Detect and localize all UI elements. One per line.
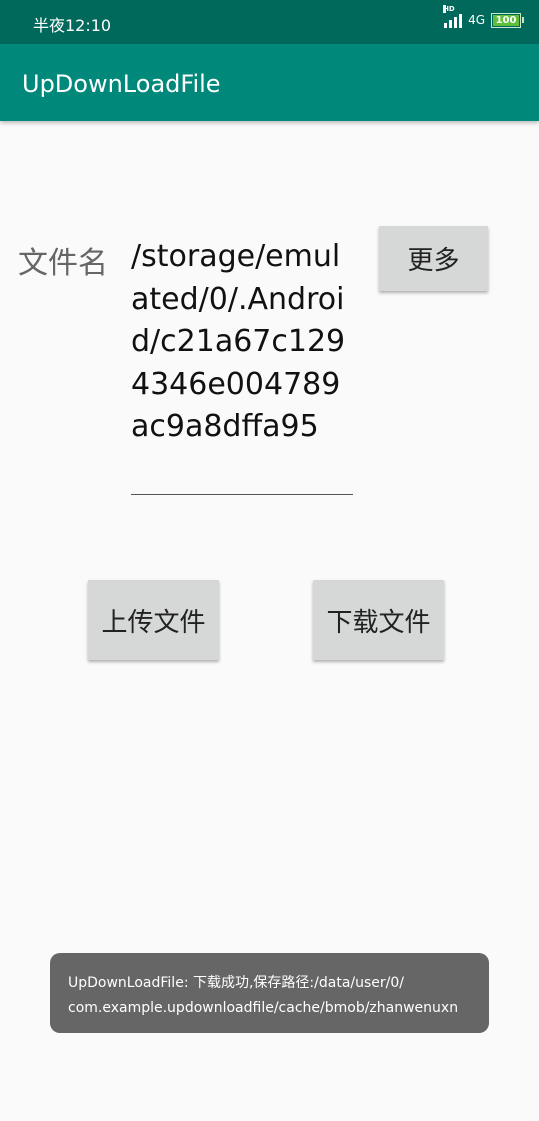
status-time: 半夜12:10 bbox=[33, 16, 112, 35]
battery-icon: 100 bbox=[491, 12, 524, 28]
download-file-button[interactable]: 下载文件 bbox=[313, 580, 444, 660]
app-title: UpDownLoadFile bbox=[22, 70, 221, 98]
toast-message: UpDownLoadFile: 下载成功,保存路径:/data/user/0/ … bbox=[50, 953, 489, 1033]
toast-line-2: com.example.updownloadfile/cache/bmob/zh… bbox=[68, 1000, 459, 1016]
hd-label: HD bbox=[443, 5, 455, 13]
filename-label: 文件名 bbox=[18, 246, 108, 281]
signal-icon: HD bbox=[443, 5, 463, 28]
upload-file-button[interactable]: 上传文件 bbox=[88, 580, 219, 660]
app-bar: UpDownLoadFile bbox=[0, 44, 539, 121]
file-path-value: /storage/emulated/0/.Android/c21a67c1294… bbox=[131, 239, 346, 444]
toast-line-1: UpDownLoadFile: 下载成功,保存路径:/data/user/0/ bbox=[68, 975, 404, 991]
battery-level: 100 bbox=[495, 14, 517, 26]
more-button[interactable]: 更多 bbox=[379, 226, 488, 291]
status-bar: 半夜12:10 HD 4G 100 bbox=[0, 0, 539, 44]
network-type: 4G bbox=[468, 13, 485, 27]
status-icons: HD 4G 100 bbox=[443, 5, 524, 28]
file-path-input[interactable]: /storage/emulated/0/.Android/c21a67c1294… bbox=[131, 236, 353, 495]
